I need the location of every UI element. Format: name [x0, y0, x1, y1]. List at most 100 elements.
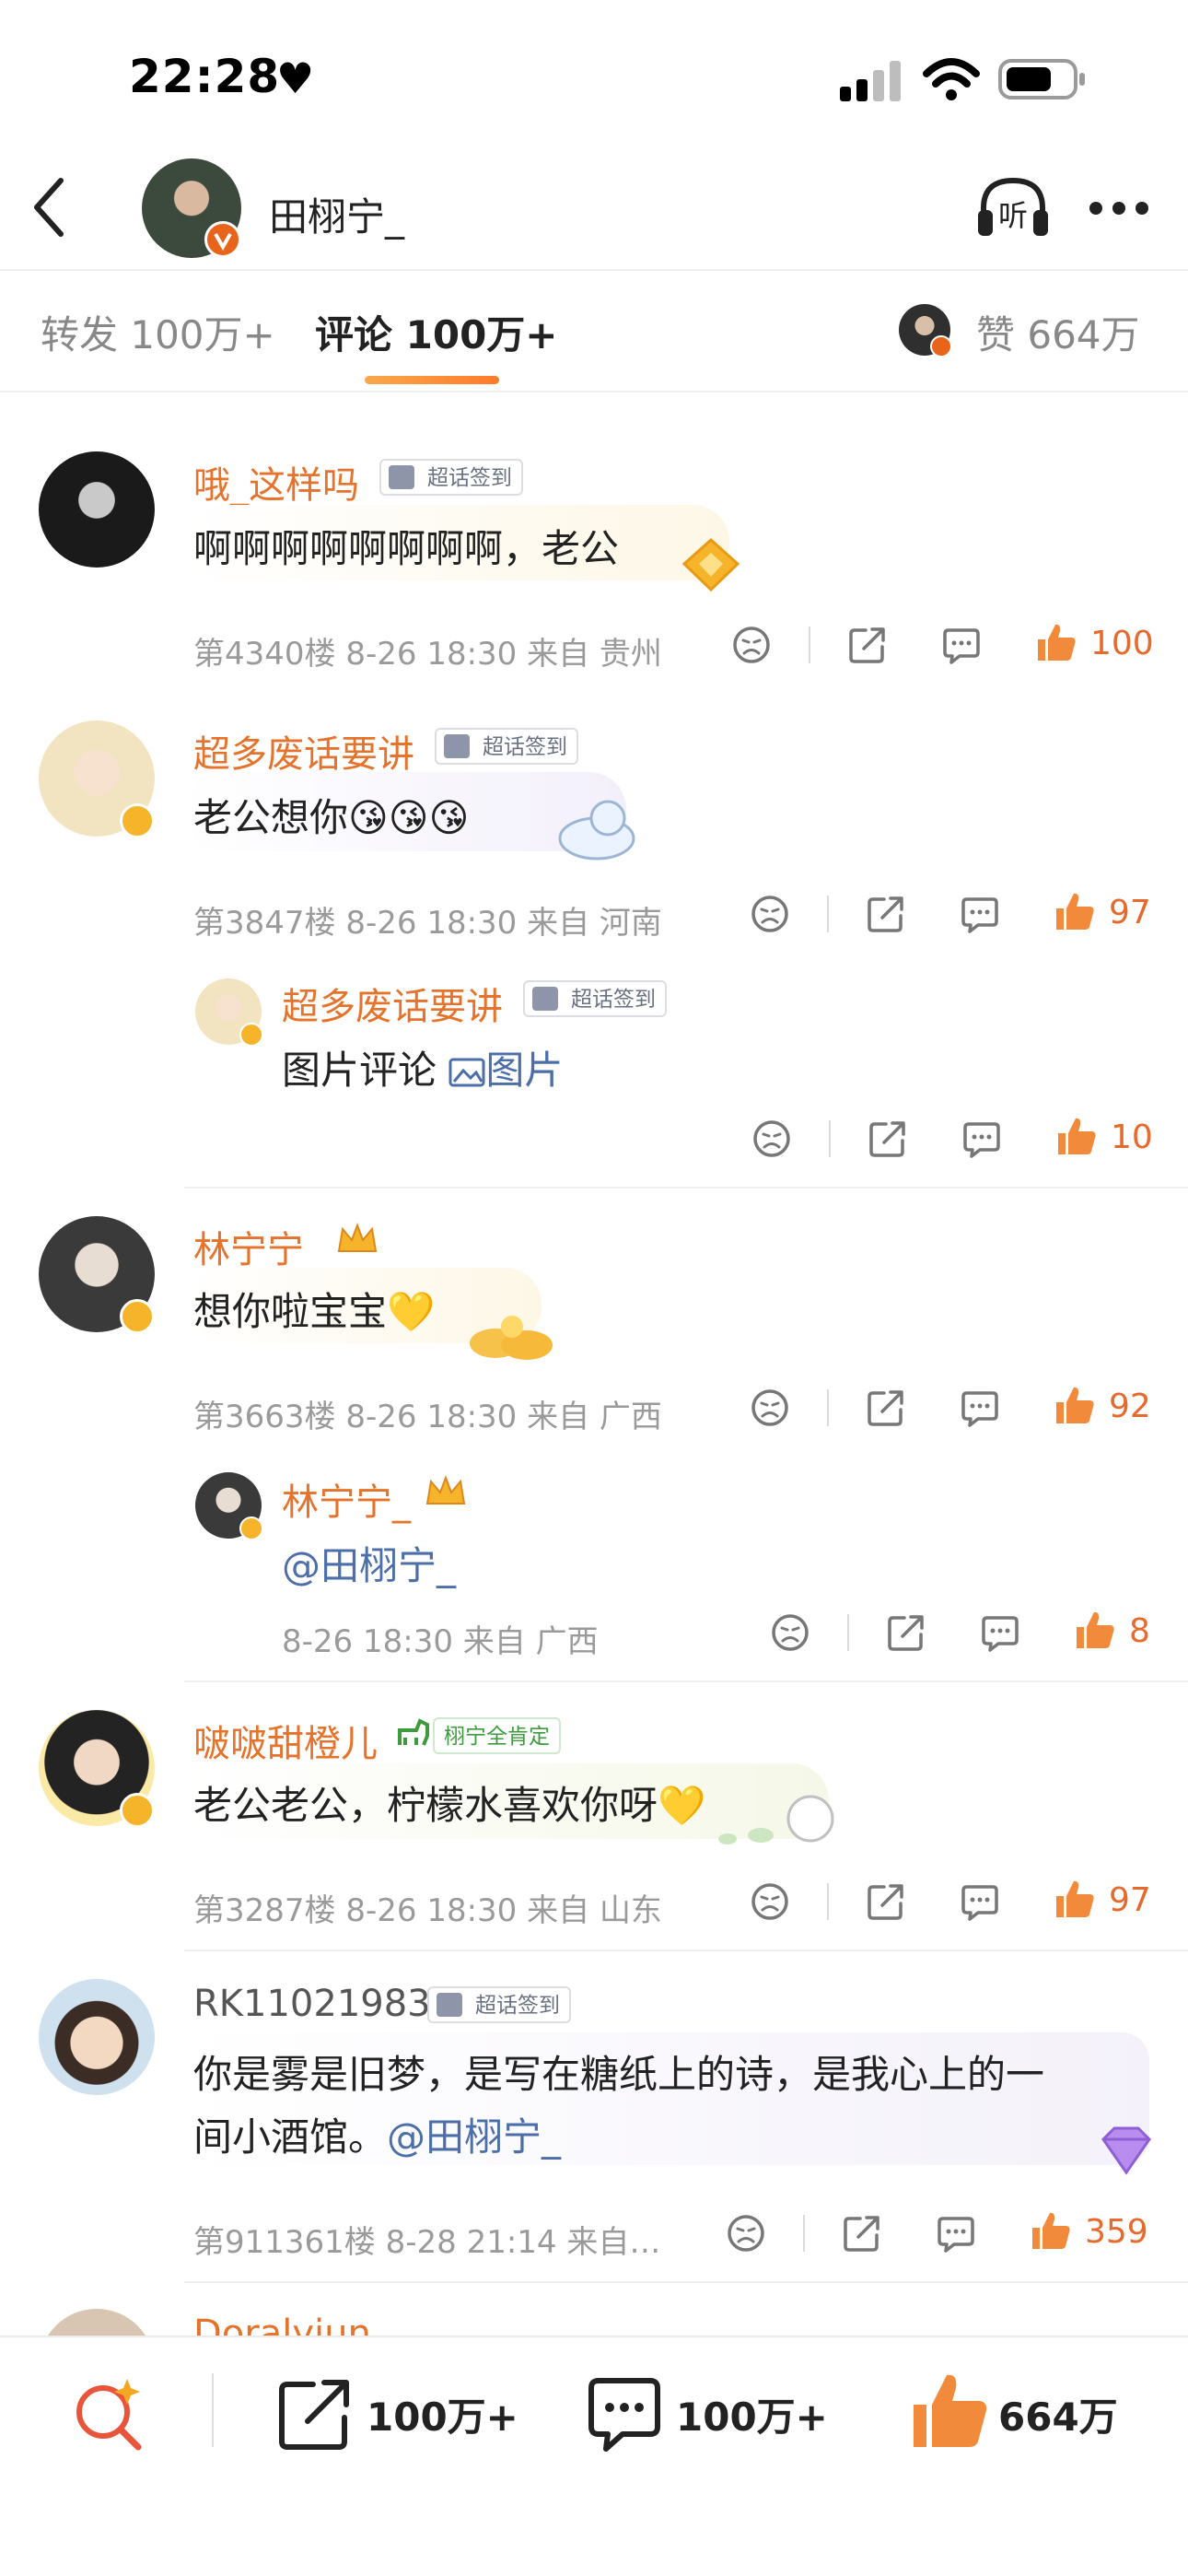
like-count[interactable]: 100: [1090, 625, 1154, 662]
dislike-face-icon[interactable]: [750, 1881, 790, 1922]
comment-meta: 第3287楼 8-26 18:30 来自 山东: [193, 1892, 662, 1929]
like-thumb-icon[interactable]: [1074, 1609, 1116, 1651]
comment-username[interactable]: 林宁宁_: [193, 1220, 322, 1273]
comment-count[interactable]: 100万+: [676, 2386, 828, 2442]
mention-link[interactable]: @田栩宁_: [282, 1543, 456, 1588]
like-count[interactable]: 97: [1109, 894, 1151, 931]
comment-meta: 第911361楼 8-28 21:14 来自…: [193, 2224, 661, 2261]
comment-text-line-2: 间小酒馆。@田栩宁_: [193, 2114, 562, 2160]
bottom-bar-separator: [212, 2373, 214, 2447]
fan-badge: 栩宁全肯定: [433, 1717, 561, 1754]
tab-likes[interactable]: 赞 664万: [976, 304, 1140, 360]
comment-username[interactable]: 啵啵甜橙儿: [193, 1714, 378, 1767]
action-separator: [829, 1120, 831, 1157]
status-time: 22:28: [129, 50, 281, 103]
like-count[interactable]: 10: [1111, 1118, 1153, 1156]
like-thumb-icon[interactable]: [1030, 2209, 1072, 2252]
comment-meta: 第3663楼 8-26 18:30 来自 广西: [193, 1399, 662, 1435]
verified-badge-icon: [239, 1023, 263, 1047]
crown-gem-sticker-icon: [681, 537, 740, 592]
like-count[interactable]: 8: [1129, 1612, 1150, 1650]
share-icon[interactable]: [842, 2213, 882, 2254]
verified-badge-icon: [120, 1299, 155, 1334]
like-thumb-icon[interactable]: [1054, 890, 1096, 932]
dislike-face-icon[interactable]: [751, 1118, 792, 1159]
tab-comments[interactable]: 评论 100万+: [315, 304, 558, 360]
comment-icon[interactable]: [586, 2375, 663, 2453]
wifi-icon: [923, 58, 980, 100]
like-count[interactable]: 664万: [998, 2386, 1118, 2442]
reply-icon[interactable]: [936, 2213, 976, 2254]
listen-icon[interactable]: 听: [974, 173, 1052, 243]
bottom-bar-divider: [0, 2336, 1188, 2337]
comment-text: 老公老公，柠檬水喜欢你呀💛: [193, 1783, 706, 1828]
dislike-face-icon[interactable]: [770, 1612, 810, 1653]
comment-meta: 第3847楼 8-26 18:30 来自 河南: [193, 905, 662, 942]
share-icon[interactable]: [886, 1612, 926, 1653]
share-icon[interactable]: [866, 1388, 906, 1428]
more-options-icon[interactable]: [1087, 199, 1151, 217]
like-count[interactable]: 97: [1109, 1881, 1151, 1919]
like-thumb-icon[interactable]: [1055, 1115, 1098, 1157]
repost-count[interactable]: 100万+: [367, 2386, 518, 2442]
action-separator: [847, 1614, 849, 1651]
supertopic-checkin-badge: 超话签到: [379, 459, 523, 496]
dislike-face-icon[interactable]: [726, 2213, 766, 2254]
share-icon[interactable]: [868, 1118, 908, 1159]
comment-text: 老公想你😘😘😘: [193, 795, 470, 840]
supertopic-checkin-badge: 超话签到: [435, 728, 578, 765]
search-ai-icon[interactable]: [70, 2375, 147, 2453]
dislike-face-icon[interactable]: [750, 894, 790, 934]
like-icon[interactable]: [906, 2368, 991, 2453]
gold-coins-sticker-icon: [470, 1316, 553, 1360]
verified-badge-icon: [930, 335, 952, 357]
action-separator: [827, 1883, 829, 1920]
reply-icon[interactable]: [960, 1881, 1000, 1922]
crown-badge-icon: [337, 1223, 378, 1252]
reply-icon[interactable]: [960, 894, 1000, 934]
reply-meta: 8-26 18:30 来自 广西: [282, 1623, 599, 1660]
verified-badge-icon: [120, 1793, 155, 1828]
supertopic-checkin-badge: 超话签到: [427, 1986, 571, 2023]
like-thumb-icon[interactable]: [1035, 621, 1077, 663]
repost-icon[interactable]: [276, 2375, 354, 2453]
mention-link[interactable]: @田栩宁_: [387, 2114, 561, 2160]
header-divider: [0, 269, 1188, 271]
user-avatar[interactable]: [39, 1979, 155, 2095]
page-title[interactable]: 田栩宁_: [269, 186, 404, 242]
comment-divider: [184, 1187, 1188, 1188]
like-count[interactable]: 359: [1085, 2213, 1148, 2251]
reply-icon[interactable]: [961, 1118, 1002, 1159]
share-icon[interactable]: [847, 625, 888, 665]
share-icon[interactable]: [866, 894, 906, 934]
bottom-action-bar: [0, 2337, 1188, 2576]
like-thumb-icon[interactable]: [1054, 1384, 1096, 1426]
comment-username[interactable]: RK11021983: [193, 1983, 431, 2025]
comment-divider: [184, 1950, 1188, 1951]
comment-divider: [184, 2281, 1188, 2283]
share-icon[interactable]: [866, 1881, 906, 1922]
supertopic-checkin-badge: 超话签到: [523, 980, 667, 1017]
comment-meta: 第4340楼 8-26 18:30 来自 贵州: [193, 636, 662, 673]
dislike-face-icon[interactable]: [750, 1388, 790, 1428]
like-thumb-icon[interactable]: [1054, 1878, 1096, 1920]
reply-username[interactable]: 超多废话要讲: [282, 977, 503, 1030]
like-count[interactable]: 92: [1109, 1388, 1151, 1425]
comment-username[interactable]: 哦_这样吗: [193, 455, 359, 509]
reply-icon[interactable]: [941, 625, 982, 665]
action-separator: [827, 896, 829, 932]
reply-text: @田栩宁_: [282, 1535, 456, 1591]
comment-username[interactable]: 超多废话要讲: [193, 724, 414, 778]
reply-icon[interactable]: [980, 1612, 1020, 1653]
crown-badge-icon: [425, 1475, 466, 1505]
tab-reposts[interactable]: 转发 100万+: [41, 304, 275, 360]
user-avatar[interactable]: [39, 451, 155, 568]
cloud-cat-sticker-icon: [558, 800, 635, 861]
image-link[interactable]: 图片: [448, 1048, 563, 1093]
reply-username[interactable]: 林宁宁_: [282, 1472, 411, 1526]
battery-icon: [998, 59, 1085, 100]
action-separator: [803, 2215, 805, 2252]
back-arrow-icon[interactable]: [28, 175, 74, 240]
dislike-face-icon[interactable]: [731, 625, 772, 665]
reply-icon[interactable]: [960, 1388, 1000, 1428]
